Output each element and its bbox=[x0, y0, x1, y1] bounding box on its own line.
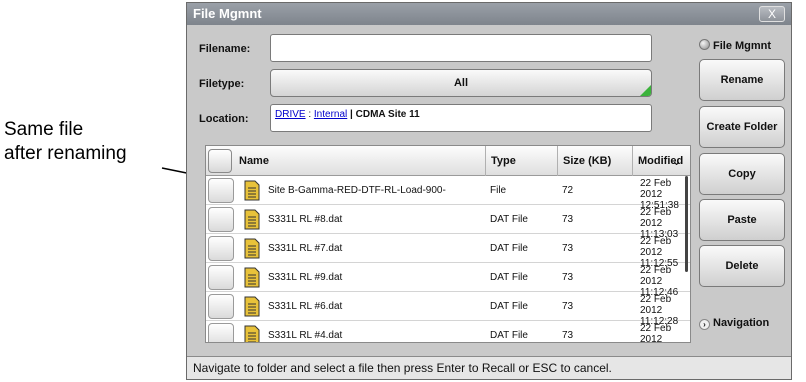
file-size: 73 bbox=[562, 272, 574, 283]
file-icon bbox=[244, 325, 260, 342]
row-checkbox[interactable] bbox=[208, 294, 234, 319]
table-header: Name Type Size (KB) Modified ⌄ bbox=[206, 146, 690, 176]
location-folder: CDMA Site 11 bbox=[355, 109, 420, 120]
file-table: Name Type Size (KB) Modified ⌄ Site B-Gam… bbox=[205, 145, 691, 343]
file-icon bbox=[244, 209, 260, 230]
location-sep-2: | bbox=[347, 109, 356, 120]
copy-button-label: Copy bbox=[728, 168, 756, 180]
file-name: S331L RL #8.dat bbox=[268, 214, 343, 225]
select-all-checkbox[interactable] bbox=[208, 149, 232, 173]
row-checkbox[interactable] bbox=[208, 265, 234, 290]
navigation-item[interactable]: › Navigation bbox=[699, 317, 769, 330]
location-internal-link[interactable]: Internal bbox=[314, 109, 347, 120]
file-type: DAT File bbox=[490, 301, 528, 312]
status-bar: Navigate to folder and select a file the… bbox=[187, 356, 791, 379]
file-icon bbox=[244, 296, 260, 317]
row-checkbox[interactable] bbox=[208, 323, 234, 342]
modified-date: 22 Feb 2012 bbox=[640, 294, 672, 316]
table-row[interactable]: Site B-Gamma-RED-DTF-RL-Load-900- File 72 2… bbox=[206, 176, 690, 211]
column-size-label: Size (KB) bbox=[563, 155, 612, 167]
row-checkbox[interactable] bbox=[208, 207, 234, 232]
navigation-label: Navigation bbox=[713, 317, 770, 329]
modified-date: 22 Feb 2012 bbox=[640, 265, 672, 287]
filetype-button[interactable]: All bbox=[270, 69, 652, 97]
file-type: DAT File bbox=[490, 214, 528, 225]
create-folder-button-label: Create Folder bbox=[706, 121, 778, 133]
filetype-label: Filetype: bbox=[199, 78, 245, 90]
column-type[interactable]: Type bbox=[485, 146, 557, 176]
annotation-line-1: Same file bbox=[4, 119, 84, 140]
annotation-line-2: after renaming bbox=[4, 143, 127, 164]
paste-button[interactable]: Paste bbox=[699, 199, 785, 241]
file-icon bbox=[244, 238, 260, 259]
file-size: 73 bbox=[562, 330, 574, 341]
table-row[interactable]: S331L RL #6.dat DAT File 73 22 Feb 2012 11:1… bbox=[206, 292, 690, 327]
column-modified[interactable]: Modified ⌄ bbox=[632, 146, 690, 176]
file-icon bbox=[244, 180, 260, 201]
file-type: DAT File bbox=[490, 243, 528, 254]
table-row[interactable]: S331L RL #8.dat DAT File 73 22 Feb 2012 11:1… bbox=[206, 205, 690, 240]
chevron-down-icon: ⌄ bbox=[671, 153, 682, 168]
file-name: Site B-Gamma-RED-DTF-RL-Load-900- bbox=[268, 185, 446, 196]
file-size: 73 bbox=[562, 243, 574, 254]
scrollbar-thumb[interactable] bbox=[685, 176, 688, 272]
file-name: S331L RL #4.dat bbox=[268, 330, 343, 341]
location-drive-link[interactable]: DRIVE bbox=[275, 109, 306, 120]
rename-button[interactable]: Rename bbox=[699, 59, 785, 101]
annotation-callout: Same file after renaming bbox=[4, 118, 127, 166]
table-row[interactable]: S331L RL #9.dat DAT File 73 22 Feb 2012 11:1… bbox=[206, 263, 690, 298]
column-size[interactable]: Size (KB) bbox=[557, 146, 632, 176]
row-checkbox[interactable] bbox=[208, 236, 234, 261]
filename-label: Filename: bbox=[199, 43, 251, 55]
filename-input[interactable] bbox=[270, 34, 652, 62]
chevron-right-icon: › bbox=[699, 319, 710, 330]
rename-button-label: Rename bbox=[720, 74, 764, 86]
file-manager-window: File Mgmnt X Filename: Filetype: All Loc… bbox=[186, 2, 792, 380]
file-name: S331L RL #6.dat bbox=[268, 301, 343, 312]
file-type: DAT File bbox=[490, 330, 528, 341]
delete-button[interactable]: Delete bbox=[699, 245, 785, 287]
location-label: Location: bbox=[199, 113, 249, 125]
sidebar-header[interactable]: File Mgmnt bbox=[699, 39, 771, 52]
delete-button-label: Delete bbox=[725, 260, 759, 272]
file-name: S331L RL #9.dat bbox=[268, 272, 343, 283]
column-name[interactable]: Name bbox=[234, 146, 484, 176]
location-breadcrumb: DRIVE : Internal | CDMA Site 11 bbox=[270, 104, 652, 132]
file-size: 73 bbox=[562, 214, 574, 225]
title-bar: File Mgmnt X bbox=[187, 3, 791, 25]
location-sep-1: : bbox=[305, 109, 314, 120]
close-icon: X bbox=[767, 7, 776, 21]
filetype-value: All bbox=[453, 77, 469, 89]
modified-date: 22 Feb 2012 bbox=[640, 178, 672, 200]
file-modified: 22 Feb 201211:12:19 bbox=[640, 323, 690, 343]
file-icon bbox=[244, 267, 260, 288]
file-type: File bbox=[490, 185, 507, 196]
file-type: DAT File bbox=[490, 272, 528, 283]
modified-date: 22 Feb 2012 bbox=[640, 323, 672, 343]
table-row[interactable]: S331L RL #4.dat DAT File 73 22 Feb 201211:1… bbox=[206, 321, 690, 343]
copy-button[interactable]: Copy bbox=[699, 153, 785, 195]
sidebar-header-label: File Mgmnt bbox=[713, 40, 772, 52]
create-folder-button[interactable]: Create Folder bbox=[699, 106, 785, 148]
modified-date: 22 Feb 2012 bbox=[640, 236, 672, 258]
column-name-label: Name bbox=[239, 155, 269, 167]
file-size: 72 bbox=[562, 185, 574, 196]
file-size: 73 bbox=[562, 301, 574, 312]
window-title: File Mgmnt bbox=[193, 6, 262, 21]
dropdown-indicator-icon bbox=[640, 85, 651, 96]
row-checkbox[interactable] bbox=[208, 178, 234, 203]
modified-date: 22 Feb 2012 bbox=[640, 207, 672, 229]
close-button[interactable]: X bbox=[759, 6, 785, 22]
radio-icon bbox=[699, 39, 710, 50]
file-name: S331L RL #7.dat bbox=[268, 243, 343, 254]
table-row[interactable]: S331L RL #7.dat DAT File 73 22 Feb 2012 11:1… bbox=[206, 234, 690, 269]
status-text: Navigate to folder and select a file the… bbox=[193, 361, 612, 375]
column-type-label: Type bbox=[491, 155, 516, 167]
paste-button-label: Paste bbox=[727, 214, 757, 226]
